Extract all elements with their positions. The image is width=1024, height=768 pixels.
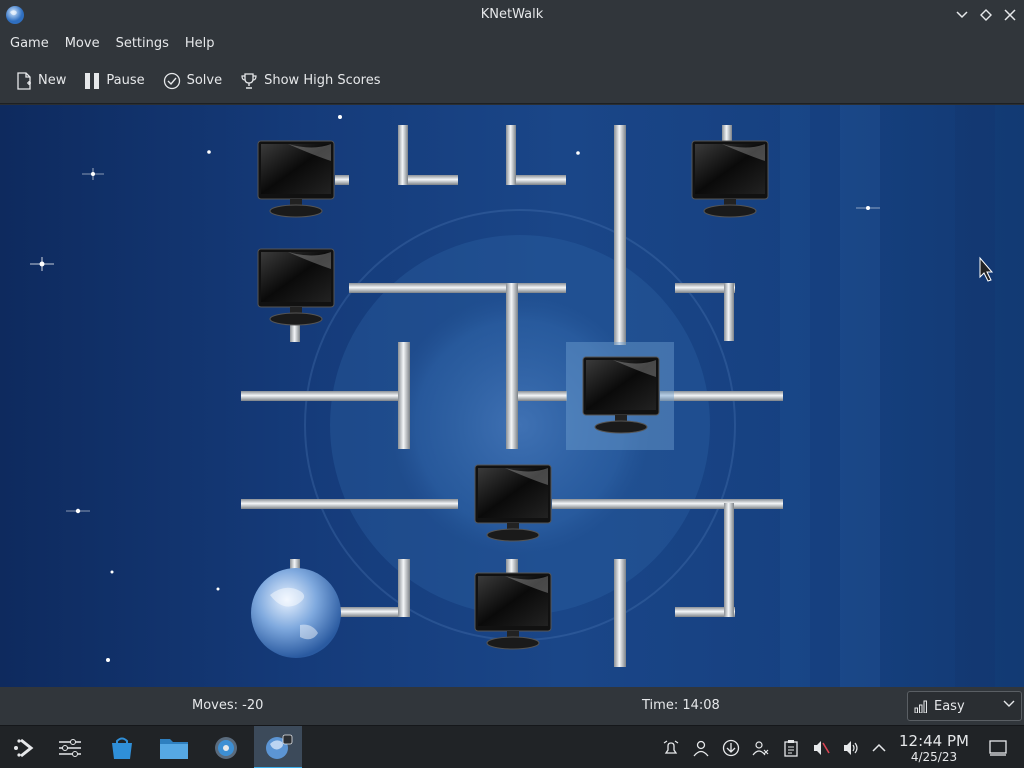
tray-alarm[interactable] (660, 737, 682, 759)
speaker-muted-icon (814, 741, 830, 755)
alarm-icon (663, 740, 679, 754)
tray-volume[interactable] (840, 737, 862, 759)
desktop-icon (989, 740, 1007, 756)
status-bar: Moves: -20 Time: 14:08 (0, 687, 1024, 725)
sliders-icon (59, 738, 81, 757)
shopping-bag-icon (112, 737, 132, 759)
tray-clipboard[interactable] (780, 737, 802, 759)
server-globe-icon[interactable] (251, 568, 341, 658)
tray-updates[interactable] (720, 737, 742, 759)
taskbar (0, 725, 1024, 768)
knetwalk-globe-icon (266, 734, 293, 759)
launcher-icon (14, 738, 34, 757)
tray-expand[interactable] (868, 737, 890, 759)
new-label: New (38, 73, 67, 88)
time-counter: Time: 14:08 (642, 698, 720, 713)
tray-users-switch[interactable] (750, 737, 772, 759)
pause-icon (85, 72, 100, 89)
new-game-button[interactable]: New (8, 64, 76, 98)
user-icon (693, 740, 709, 757)
checkmark-circle-icon (163, 72, 180, 89)
light-stripe (840, 105, 880, 687)
folder-icon (160, 738, 188, 759)
game-board-area[interactable] (0, 105, 1024, 687)
chevron-down-icon (956, 11, 968, 19)
clipboard-icon (784, 740, 798, 757)
window-title: KNetWalk (480, 7, 544, 22)
tray-audio-muted[interactable] (810, 737, 832, 759)
solve-label: Solve (186, 73, 223, 88)
trophy-icon (241, 72, 257, 89)
clock-date[interactable]: 4/25/23 (898, 750, 970, 764)
chevron-down-icon (1003, 700, 1015, 707)
clock-time[interactable]: 12:44 PM (898, 732, 970, 750)
maximize-button[interactable] (976, 5, 996, 25)
users-icon (752, 741, 769, 756)
menu-move[interactable]: Move (57, 30, 108, 58)
menu-game[interactable]: Game (2, 30, 57, 58)
close-icon (1004, 9, 1016, 21)
diamond-icon (980, 9, 992, 21)
speaker-icon (844, 741, 858, 755)
title-bar: KNetWalk (0, 0, 1024, 30)
update-icon (722, 739, 740, 757)
light-stripe (780, 105, 810, 687)
pause-label: Pause (106, 73, 145, 88)
task-file-manager[interactable] (150, 726, 198, 768)
menu-bar: Game Move Settings Help (0, 30, 1024, 58)
minimize-button[interactable] (952, 5, 972, 25)
task-system-settings[interactable] (202, 726, 250, 768)
difficulty-select[interactable]: Easy (907, 691, 1022, 721)
show-high-scores-button[interactable]: Show High Scores (232, 64, 390, 98)
chevron-up-icon (872, 743, 886, 752)
gear-icon (215, 736, 237, 759)
tray-user[interactable] (690, 737, 712, 759)
high-scores-label: Show High Scores (264, 73, 381, 88)
signal-bars-icon (914, 700, 927, 713)
task-discover-store[interactable] (98, 726, 146, 768)
menu-settings[interactable]: Settings (108, 30, 177, 58)
task-settings-panel[interactable] (46, 726, 94, 768)
close-button[interactable] (1000, 5, 1020, 25)
light-stripe (955, 105, 995, 687)
menu-help[interactable]: Help (177, 30, 223, 58)
solve-button[interactable]: Solve (155, 64, 233, 98)
moves-counter: Moves: -20 (192, 698, 264, 713)
terminal-monitor-icon[interactable] (257, 248, 335, 326)
show-desktop-button[interactable] (986, 737, 1010, 759)
game-board[interactable] (0, 105, 1024, 687)
pause-button[interactable]: Pause (76, 64, 154, 98)
terminal-monitor-icon[interactable] (691, 140, 769, 218)
application-launcher-button[interactable] (0, 726, 48, 768)
task-knetwalk[interactable] (254, 726, 302, 768)
difficulty-value: Easy (934, 698, 965, 714)
new-document-icon (17, 71, 31, 90)
terminal-monitor-icon[interactable] (257, 140, 335, 218)
toolbar: New Pause Solve Show High Scores (0, 58, 1024, 104)
